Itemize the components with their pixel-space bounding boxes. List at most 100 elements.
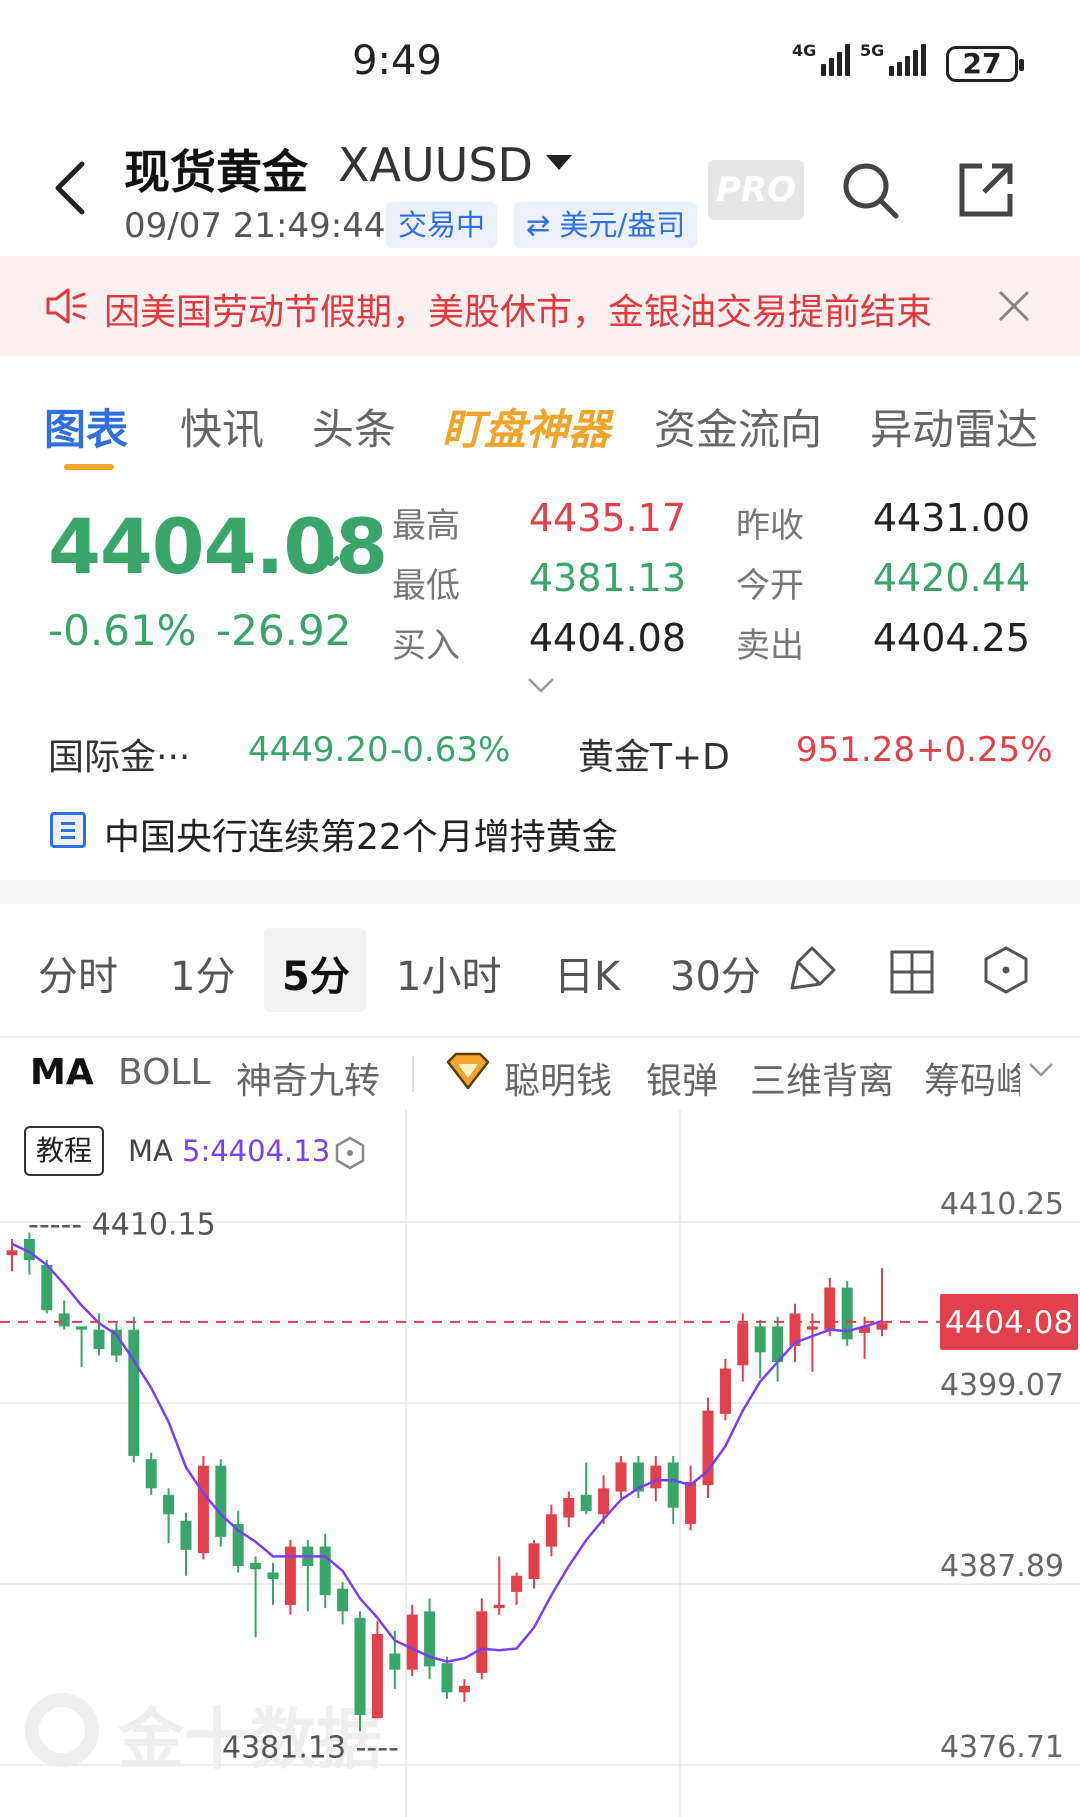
chevron-down-icon[interactable]: [526, 676, 556, 694]
tab-headlines[interactable]: 头条: [312, 396, 396, 457]
indicator-chip-peak[interactable]: 筹码峰: [924, 1052, 1020, 1104]
tab-watch-tool[interactable]: 盯盘神器: [442, 396, 610, 457]
candle-body: [354, 1617, 366, 1715]
tab-chart[interactable]: 图表: [44, 396, 128, 457]
prev-close-label: 昨收: [736, 506, 804, 546]
y-axis-label: 4376.71: [940, 1730, 1064, 1765]
indicator-divider: [412, 1056, 414, 1092]
indicator-ma[interactable]: MA: [30, 1052, 94, 1093]
candle-body: [145, 1459, 157, 1489]
caret-down-icon[interactable]: [546, 155, 572, 170]
candle-body: [806, 1326, 818, 1330]
y-axis-label: 4410.25: [940, 1187, 1064, 1222]
candle-body: [615, 1462, 627, 1492]
ma-legend-value: 5:4404.13: [182, 1134, 331, 1168]
ma-settings-icon[interactable]: [334, 1136, 366, 1170]
timeframe-30m[interactable]: 30分: [670, 944, 761, 1002]
candle-body: [267, 1572, 279, 1579]
candle-body: [528, 1543, 540, 1579]
signal-5g-icon: 5G: [860, 43, 927, 76]
candle-body: [441, 1663, 453, 1693]
active-tab-indicator: [64, 464, 114, 470]
candle-body: [719, 1368, 731, 1414]
candle-body: [824, 1287, 836, 1330]
timeframe-5m[interactable]: 5分: [282, 944, 350, 1002]
candle-body: [580, 1494, 592, 1511]
candle-body: [876, 1323, 888, 1330]
ma5-line: [11, 1242, 883, 1663]
banner-text: 因美国劳动节假期，美股休市，金银油交易提前结束: [104, 292, 933, 333]
search-icon[interactable]: [840, 160, 900, 220]
tab-anomaly-radar[interactable]: 异动雷达: [870, 396, 1038, 457]
y-axis-label: 4399.07: [940, 1368, 1064, 1403]
change-absolute: -26.92: [216, 606, 352, 655]
candle-body: [93, 1329, 105, 1350]
candle-body: [41, 1264, 53, 1311]
candlestick-chart[interactable]: 金十数据4404.084410.254399.074387.894376.71-…: [0, 1110, 1080, 1817]
news-headline[interactable]: 中国央行连续第22个月增持黄金: [104, 808, 618, 860]
candle-body: [493, 1604, 505, 1609]
indicator-smart-money[interactable]: 聪明钱: [504, 1052, 612, 1104]
open-value: 4420.44: [872, 556, 1030, 600]
candle-body: [6, 1250, 18, 1256]
indicator-td-sequential[interactable]: 神奇九转: [236, 1052, 380, 1104]
section-divider: [0, 880, 1080, 904]
candle-body: [511, 1575, 523, 1592]
candle-body: [250, 1562, 262, 1570]
candle-body: [598, 1488, 610, 1515]
gold-td-change: +0.25%: [916, 730, 1053, 770]
news-icon: [50, 812, 86, 848]
gold-td-price: 951.28: [796, 730, 915, 770]
down-arrow-icon: ↓: [314, 530, 348, 576]
pro-button[interactable]: PRO: [708, 160, 804, 220]
candle-body: [737, 1323, 749, 1366]
indicator-3d-divergence[interactable]: 三维背离: [750, 1052, 894, 1104]
tutorial-button[interactable]: 教程: [24, 1126, 104, 1176]
current-price-label: 4404.08: [945, 1305, 1073, 1341]
settings-hexagon-icon[interactable]: [984, 946, 1028, 994]
candle-body: [458, 1685, 470, 1693]
intl-gold-change: -0.63%: [390, 730, 511, 770]
intl-gold-price: 4449.20: [248, 730, 389, 770]
diamond-icon: [446, 1052, 490, 1090]
tab-fund-flow[interactable]: 资金流向: [654, 396, 822, 457]
symbol-selector[interactable]: XAUUSD: [338, 138, 533, 192]
ask-value: 4404.25: [872, 616, 1030, 660]
timeframe-1h[interactable]: 1小时: [396, 944, 501, 1002]
y-axis-label: 4387.89: [940, 1549, 1064, 1584]
status-time: 9:49: [352, 38, 442, 84]
indicator-boll[interactable]: BOLL: [118, 1052, 211, 1093]
layout-grid-icon[interactable]: [890, 950, 934, 994]
quote-timestamp: 09/07 21:49:44: [124, 206, 386, 246]
high-marker: ----- 4410.15: [28, 1208, 216, 1243]
signal-4g-icon: 4G: [792, 43, 851, 76]
candle-body: [650, 1465, 662, 1489]
watermark-logo: [25, 1693, 99, 1767]
candle-body: [545, 1514, 557, 1547]
share-icon[interactable]: [956, 160, 1016, 220]
intl-gold-name[interactable]: 国际金···: [48, 728, 190, 780]
candle-body: [128, 1329, 140, 1456]
candle-body: [406, 1614, 418, 1670]
chevron-down-icon[interactable]: [1028, 1062, 1054, 1078]
ma-legend-label: MA: [128, 1134, 173, 1168]
candle-body: [163, 1494, 175, 1515]
close-icon[interactable]: [996, 288, 1032, 324]
back-arrow-icon[interactable]: [50, 158, 90, 218]
candle-body: [180, 1520, 192, 1550]
high-value: 4435.17: [528, 496, 686, 540]
tab-flash-news[interactable]: 快讯: [180, 396, 264, 457]
candle-body: [667, 1462, 679, 1508]
candle-body: [58, 1313, 70, 1327]
unit-toggle[interactable]: ⇄ 美元/盎司: [514, 202, 698, 248]
indicator-silver-bullet[interactable]: 银弹: [646, 1052, 718, 1104]
low-value: 4381.13: [528, 556, 686, 600]
gold-td-name[interactable]: 黄金T+D: [578, 728, 730, 780]
battery-icon: 27: [946, 46, 1024, 82]
timeframe-1m[interactable]: 1分: [170, 944, 235, 1002]
drawing-tool-icon[interactable]: [790, 944, 840, 994]
timeframe-daily[interactable]: 日K: [554, 944, 620, 1002]
candle-body: [563, 1498, 575, 1518]
page-title: 现货黄金: [124, 145, 308, 199]
timeframe-intraday[interactable]: 分时: [38, 944, 118, 1002]
